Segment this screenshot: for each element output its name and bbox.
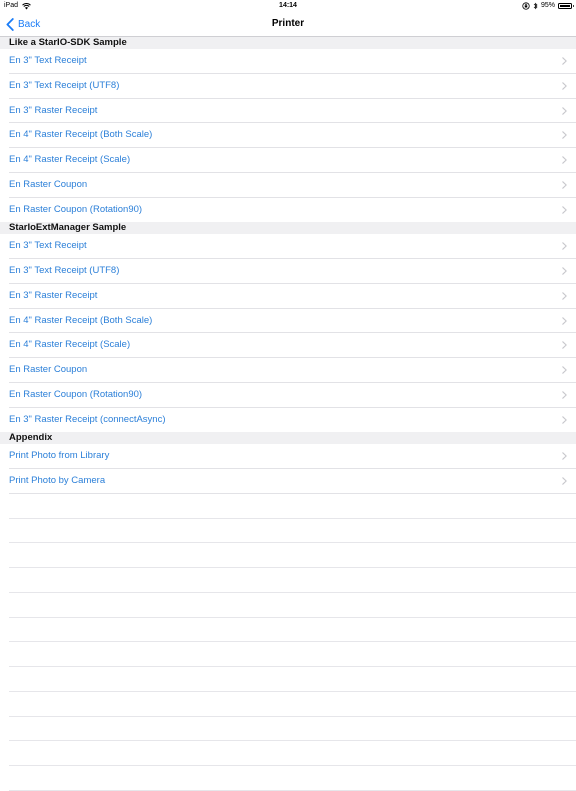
empty-row: [0, 568, 576, 593]
section-header: StarIoExtManager Sample: [0, 222, 576, 235]
table-row[interactable]: En Raster Coupon (Rotation90): [0, 198, 576, 223]
table-row[interactable]: Print Photo by Camera: [0, 469, 576, 494]
table-row[interactable]: En 3" Raster Receipt: [0, 284, 576, 309]
empty-row: [0, 642, 576, 667]
status-bar: iPad 14:14 95%: [0, 0, 576, 12]
chevron-right-icon: [562, 57, 567, 65]
chevron-right-icon: [562, 82, 567, 90]
row-label: En 3" Text Receipt: [9, 240, 87, 252]
chevron-right-icon: [562, 415, 567, 424]
table-row[interactable]: En 3" Raster Receipt (connectAsync): [0, 408, 576, 433]
table-row[interactable]: En Raster Coupon: [0, 173, 576, 198]
row-label: En Raster Coupon: [9, 178, 88, 190]
row-label: En Raster Coupon (Rotation90): [9, 203, 143, 215]
chevron-right-icon: [562, 106, 567, 115]
row-label: En 3" Text Receipt: [9, 55, 87, 66]
row-label: En 4" Raster Receipt (Both Scale): [9, 129, 153, 141]
empty-row: [0, 593, 576, 618]
row-label: Print Photo from Library: [9, 450, 110, 462]
table-row[interactable]: Print Photo from Library: [0, 444, 576, 469]
empty-row: [0, 717, 576, 742]
chevron-right-icon: [562, 156, 567, 164]
status-time: 14:14: [279, 2, 297, 9]
table-row[interactable]: En 3" Text Receipt (UTF8): [0, 259, 576, 284]
row-label: En 4" Raster Receipt (Scale): [9, 339, 131, 351]
navigation-bar: Back Printer: [0, 12, 576, 37]
empty-row: [0, 667, 576, 692]
row-label: En 4" Raster Receipt (Both Scale): [9, 314, 153, 326]
row-label: En 3" Raster Receipt: [9, 104, 98, 116]
chevron-right-icon: [562, 366, 567, 374]
battery-percent: 95%: [540, 2, 555, 9]
chevron-right-icon: [562, 131, 567, 139]
table-row[interactable]: En 4" Raster Receipt (Both Scale): [0, 309, 576, 334]
row-label: Print Photo by Camera: [9, 475, 106, 486]
row-label: En 3" Raster Receipt: [9, 289, 98, 301]
empty-row: [0, 494, 576, 519]
empty-row: [0, 692, 576, 717]
row-label: En 3" Text Receipt (UTF8): [9, 265, 120, 276]
page-title: Printer: [271, 18, 305, 29]
printer-table: Like a StarIO-SDK Sample En 3" Text Recei…: [0, 37, 576, 791]
table-row[interactable]: En 3" Text Receipt (UTF8): [0, 74, 576, 99]
chevron-right-icon: [562, 452, 567, 460]
chevron-right-icon: [562, 391, 567, 399]
table-row[interactable]: En 4" Raster Receipt (Scale): [0, 148, 576, 173]
row-label: En 3" Text Receipt (UTF8): [9, 79, 120, 91]
chevron-right-icon: [562, 341, 567, 349]
row-label: En 3" Raster Receipt (connectAsync): [9, 413, 166, 425]
empty-row: [0, 543, 576, 568]
chevron-right-icon: [562, 242, 567, 250]
table-row[interactable]: En 3" Text Receipt: [0, 234, 576, 259]
row-label: En 4" Raster Receipt (Scale): [9, 154, 131, 165]
table-row[interactable]: En 4" Raster Receipt (Both Scale): [0, 123, 576, 148]
table-row[interactable]: En 3" Raster Receipt: [0, 99, 576, 124]
orientation-lock-icon: [522, 2, 530, 10]
table-row[interactable]: En Raster Coupon: [0, 358, 576, 383]
chevron-right-icon: [562, 477, 567, 485]
table-row[interactable]: En 3" Text Receipt: [0, 49, 576, 74]
table-row[interactable]: En Raster Coupon (Rotation90): [0, 383, 576, 408]
empty-row: [0, 741, 576, 766]
empty-row: [0, 519, 576, 544]
section-header: Like a StarIO-SDK Sample: [0, 37, 576, 49]
table-row[interactable]: En 4" Raster Receipt (Scale): [0, 333, 576, 358]
battery-fill: [560, 5, 570, 7]
chevron-right-icon: [562, 205, 567, 214]
empty-row: [0, 618, 576, 643]
status-right: 95%: [522, 0, 574, 12]
chevron-right-icon: [562, 316, 567, 325]
row-label: En Raster Coupon (Rotation90): [9, 388, 143, 400]
empty-row: [0, 766, 576, 791]
chevron-right-icon: [562, 292, 567, 300]
battery-icon: [558, 3, 574, 9]
section-header: Appendix: [0, 432, 576, 445]
chevron-right-icon: [562, 181, 567, 189]
bluetooth-icon: [533, 2, 538, 10]
chevron-right-icon: [562, 267, 567, 275]
row-label: En Raster Coupon: [9, 364, 88, 375]
